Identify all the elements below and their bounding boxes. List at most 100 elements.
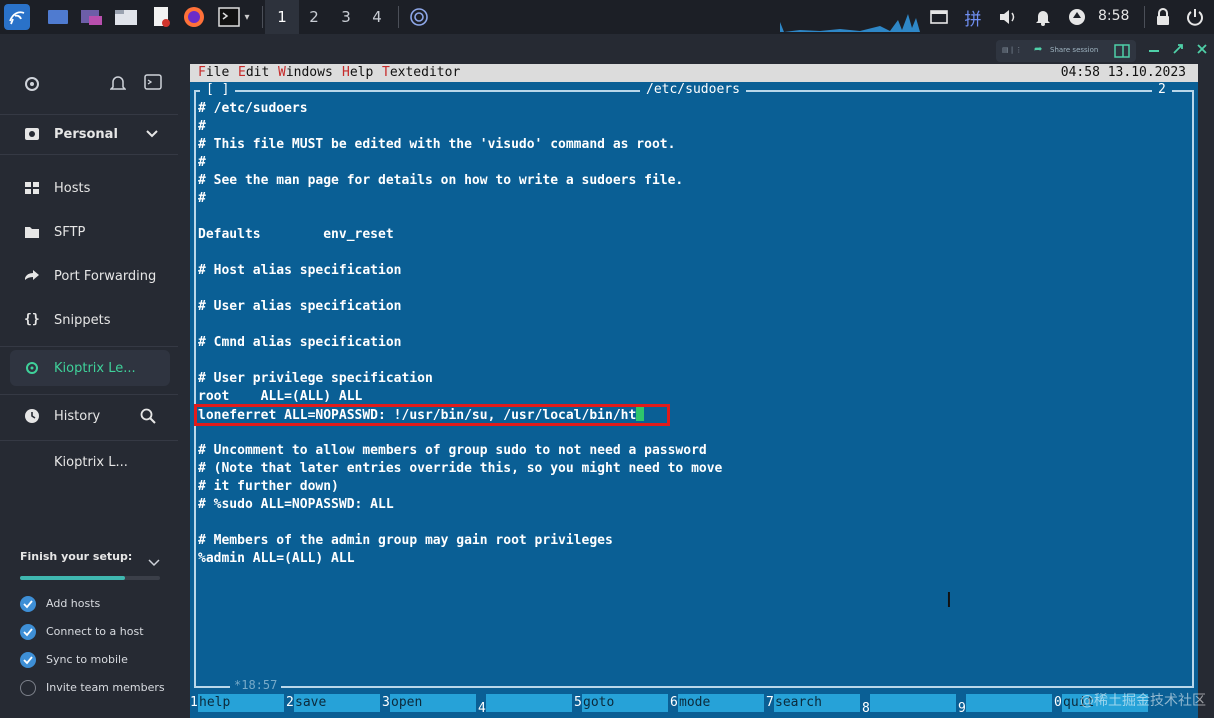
bell-icon[interactable]: [1032, 5, 1054, 29]
workspace-3[interactable]: 3: [335, 8, 357, 26]
workspace-4[interactable]: 4: [366, 8, 388, 26]
code-line-text: Defaults env_reset: [198, 227, 394, 242]
fkey-number: 7: [766, 695, 774, 710]
chevron-down-icon[interactable]: [148, 552, 160, 571]
clock[interactable]: 8:58: [1098, 8, 1129, 24]
checkmark-icon: [20, 652, 36, 668]
fkey-6[interactable]: 6mode: [670, 694, 764, 712]
fkey-label: open: [390, 694, 476, 712]
sidebar-item-hosts[interactable]: Hosts: [0, 166, 178, 210]
setup-step-label[interactable]: Add hosts: [46, 597, 100, 610]
setup-step-label[interactable]: Sync to mobile: [46, 653, 128, 666]
code-line: # Host alias specification: [198, 262, 402, 280]
sidebar-session-kioptrix[interactable]: Kioptrix Le...: [0, 346, 178, 390]
update-icon[interactable]: [1066, 5, 1088, 29]
workspace-1[interactable]: 1: [271, 8, 293, 26]
chevron-down-icon[interactable]: [146, 124, 158, 143]
workspace-2[interactable]: 2: [303, 8, 325, 26]
sidebar-item-sftp[interactable]: SFTP: [0, 210, 178, 254]
menu-help[interactable]: Help: [342, 64, 373, 82]
code-line-text: # User privilege specification: [198, 371, 433, 386]
maximize-icon[interactable]: [1172, 40, 1184, 54]
menu-hotkey: F: [198, 65, 206, 80]
text-editor-icon[interactable]: [150, 5, 172, 29]
terminal-window[interactable]: File Edit Windows Help Texteditor 04:58 …: [190, 64, 1198, 718]
share-session-label: Share session: [1050, 46, 1099, 54]
window-switcher-icon[interactable]: [80, 5, 104, 29]
local-terminal-icon[interactable]: [144, 74, 164, 94]
lock-icon[interactable]: [1152, 5, 1174, 29]
setup-step-label[interactable]: Invite team members: [46, 681, 165, 694]
folder-icon: [24, 224, 40, 240]
sidebar-item-snippets[interactable]: {} Snippets: [0, 298, 178, 342]
code-line: #: [198, 154, 206, 172]
fkey-2[interactable]: 2save: [286, 694, 380, 712]
code-line-text: #: [198, 119, 206, 134]
fkey-number: 4: [478, 701, 486, 716]
sidebar-item-history[interactable]: History: [0, 394, 178, 438]
fkey-number: 3: [382, 695, 390, 710]
clock-icon: [24, 408, 40, 424]
code-line: # See the man page for details on how to…: [198, 172, 683, 190]
code-line-text: # Host alias specification: [198, 263, 402, 278]
file-manager-icon[interactable]: [114, 5, 138, 29]
setup-step-label[interactable]: Connect to a host: [46, 625, 144, 638]
kali-menu-icon[interactable]: [4, 4, 30, 30]
firefox-icon[interactable]: [182, 5, 206, 29]
history-label: History: [54, 408, 101, 424]
setup-progress-bar: [20, 576, 160, 580]
fkey-7[interactable]: 7search: [766, 694, 860, 712]
editor-clock: 04:58 13.10.2023: [1060, 65, 1186, 80]
terminal-launcher-icon[interactable]: ▾: [214, 5, 254, 29]
code-line: # /etc/sudoers: [198, 100, 308, 118]
code-line: # User alias specification: [198, 298, 402, 316]
notifications-bell-icon[interactable]: [109, 74, 128, 94]
termius-window-icon[interactable]: [406, 5, 432, 29]
menu-texteditor[interactable]: Texteditor: [382, 64, 460, 82]
power-icon[interactable]: [1184, 5, 1206, 29]
checkmark-icon: [20, 624, 36, 640]
fkey-label: [870, 694, 956, 712]
system-taskbar: ▾ 1 2 3 4 拼 8:58: [0, 0, 1214, 34]
input-method-icon[interactable]: 拼: [960, 5, 986, 30]
chevron-down-icon[interactable]: ▾: [244, 12, 249, 23]
function-key-bar: 1help 2save 3open 4 5goto 6mode 7search 8 9 0quit: [190, 694, 1198, 716]
fkey-4[interactable]: 4: [478, 694, 572, 716]
fkey-9[interactable]: 9: [958, 694, 1052, 716]
window-icon[interactable]: [928, 5, 950, 29]
sidebar-item-label: Snippets: [54, 312, 111, 328]
minimize-icon[interactable]: [1148, 40, 1160, 52]
vault-selector[interactable]: Personal: [0, 112, 178, 156]
fkey-number: 9: [958, 701, 966, 716]
setup-progress-fill: [20, 576, 125, 580]
fkey-3[interactable]: 3open: [382, 694, 476, 712]
sidebar-item-label: Port Forwarding: [54, 268, 157, 284]
frame-close-bracket[interactable]: [ ]: [200, 82, 236, 98]
code-line-text: # User alias specification: [198, 299, 402, 314]
settings-gear-icon[interactable]: [22, 74, 42, 94]
menu-windows[interactable]: Windows: [278, 64, 333, 82]
show-desktop-icon[interactable]: [46, 5, 70, 29]
braces-icon: {}: [24, 312, 40, 327]
history-item[interactable]: Kioptrix L...: [0, 440, 178, 484]
fkey-label: [966, 694, 1052, 712]
code-line-text: # it further down): [198, 479, 339, 494]
search-icon[interactable]: [140, 408, 156, 428]
share-session-button[interactable]: ▤ | ⋮ ➦ Share session: [996, 40, 1136, 62]
close-icon[interactable]: [1196, 40, 1208, 54]
linux-penguin-icon: [24, 360, 40, 376]
fkey-8[interactable]: 8: [862, 694, 956, 716]
sidebar-item-port-forwarding[interactable]: Port Forwarding: [0, 254, 178, 298]
volume-icon[interactable]: [996, 5, 1020, 29]
menu-file[interactable]: File: [198, 64, 229, 82]
empty-circle-icon: [20, 680, 36, 696]
menu-label: elp: [349, 65, 374, 80]
fkey-1[interactable]: 1help: [190, 694, 284, 712]
fkey-label: mode: [678, 694, 764, 712]
text-cursor-ibeam-icon: Ⅰ: [946, 588, 952, 612]
fkey-number: 0: [1054, 695, 1062, 710]
split-view-icon[interactable]: [1114, 44, 1130, 60]
code-line: # User privilege specification: [198, 370, 433, 388]
menu-edit[interactable]: Edit: [238, 64, 269, 82]
fkey-5[interactable]: 5goto: [574, 694, 668, 712]
